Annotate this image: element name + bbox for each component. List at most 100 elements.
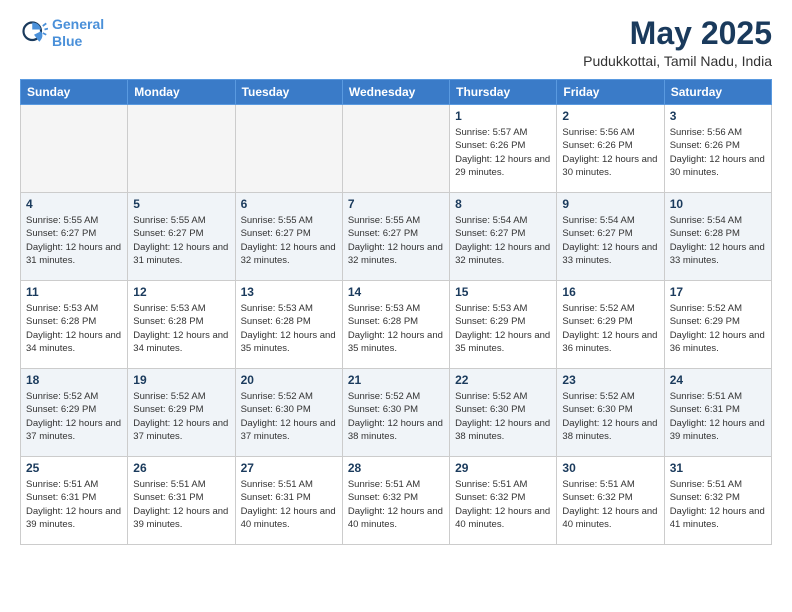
subtitle: Pudukkottai, Tamil Nadu, India [583, 53, 772, 69]
calendar-cell: 18Sunrise: 5:52 AMSunset: 6:29 PMDayligh… [21, 369, 128, 457]
page: General Blue May 2025 Pudukkottai, Tamil… [0, 0, 792, 565]
calendar-cell: 13 Sunrise: 5:53 AMSunset: 6:28 PMDayligh… [235, 281, 342, 369]
day-number: 19 [133, 373, 229, 387]
calendar-header-friday: Friday [557, 80, 664, 105]
calendar-cell [128, 105, 235, 193]
calendar-week-5: 25Sunrise: 5:51 AMSunset: 6:31 PMDayligh… [21, 457, 772, 545]
calendar-cell: 23 Sunrise: 5:52 AMSunset: 6:30 PMDayligh… [557, 369, 664, 457]
calendar-cell: 2 Sunrise: 5:56 AMSunset: 6:26 PMDaylight… [557, 105, 664, 193]
day-info: Sunrise: 5:54 AMSunset: 6:28 PMDaylight:… [670, 214, 766, 267]
calendar-cell: 11Sunrise: 5:53 AMSunset: 6:28 PMDayligh… [21, 281, 128, 369]
logo-icon [20, 19, 48, 47]
day-info: Sunrise: 5:51 AMSunset: 6:32 PMDaylight:… [670, 478, 766, 531]
calendar-cell: 28Sunrise: 5:51 AMSunset: 6:32 PMDayligh… [342, 457, 449, 545]
day-number: 1 [455, 109, 551, 123]
day-info: Sunrise: 5:56 AMSunset: 6:26 PMDaylight:… [562, 126, 658, 179]
day-number: 29 [455, 461, 551, 475]
day-number: 3 [670, 109, 766, 123]
calendar-cell: 21Sunrise: 5:52 AMSunset: 6:30 PMDayligh… [342, 369, 449, 457]
calendar-header-monday: Monday [128, 80, 235, 105]
calendar-cell [235, 105, 342, 193]
day-number: 8 [455, 197, 551, 211]
day-number: 13 [241, 285, 337, 299]
calendar-cell: 8 Sunrise: 5:54 AMSunset: 6:27 PMDaylight… [450, 193, 557, 281]
day-info: Sunrise: 5:53 AMSunset: 6:28 PMDaylight:… [348, 302, 444, 355]
day-number: 18 [26, 373, 122, 387]
calendar-week-3: 11Sunrise: 5:53 AMSunset: 6:28 PMDayligh… [21, 281, 772, 369]
day-number: 2 [562, 109, 658, 123]
title-block: May 2025 Pudukkottai, Tamil Nadu, India [583, 16, 772, 69]
day-info: Sunrise: 5:54 AMSunset: 6:27 PMDaylight:… [455, 214, 551, 267]
day-info: Sunrise: 5:53 AMSunset: 6:28 PMDaylight:… [133, 302, 229, 355]
logo: General Blue [20, 16, 104, 50]
calendar-header-tuesday: Tuesday [235, 80, 342, 105]
calendar-header-thursday: Thursday [450, 80, 557, 105]
day-info: Sunrise: 5:52 AMSunset: 6:30 PMDaylight:… [455, 390, 551, 443]
calendar-cell: 24 Sunrise: 5:51 AMSunset: 6:31 PMDayligh… [664, 369, 771, 457]
day-info: Sunrise: 5:52 AMSunset: 6:29 PMDaylight:… [133, 390, 229, 443]
calendar-cell: 20 Sunrise: 5:52 AMSunset: 6:30 PMDayligh… [235, 369, 342, 457]
day-info: Sunrise: 5:55 AMSunset: 6:27 PMDaylight:… [348, 214, 444, 267]
day-number: 28 [348, 461, 444, 475]
calendar-cell: 30 Sunrise: 5:51 AMSunset: 6:32 PMDayligh… [557, 457, 664, 545]
calendar-cell: 16Sunrise: 5:52 AMSunset: 6:29 PMDayligh… [557, 281, 664, 369]
day-info: Sunrise: 5:52 AMSunset: 6:29 PMDaylight:… [562, 302, 658, 355]
day-info: Sunrise: 5:53 AMSunset: 6:28 PMDaylight:… [26, 302, 122, 355]
calendar-cell [342, 105, 449, 193]
day-info: Sunrise: 5:57 AMSunset: 6:26 PMDaylight:… [455, 126, 551, 179]
day-number: 4 [26, 197, 122, 211]
day-info: Sunrise: 5:54 AMSunset: 6:27 PMDaylight:… [562, 214, 658, 267]
day-info: Sunrise: 5:52 AMSunset: 6:30 PMDaylight:… [562, 390, 658, 443]
day-info: Sunrise: 5:51 AMSunset: 6:31 PMDaylight:… [670, 390, 766, 443]
day-number: 24 [670, 373, 766, 387]
calendar-cell: 26 Sunrise: 5:51 AMSunset: 6:31 PMDayligh… [128, 457, 235, 545]
day-info: Sunrise: 5:55 AMSunset: 6:27 PMDaylight:… [241, 214, 337, 267]
day-number: 10 [670, 197, 766, 211]
logo-line1: General [52, 16, 104, 32]
day-info: Sunrise: 5:52 AMSunset: 6:29 PMDaylight:… [670, 302, 766, 355]
day-number: 30 [562, 461, 658, 475]
day-number: 12 [133, 285, 229, 299]
calendar-header-sunday: Sunday [21, 80, 128, 105]
calendar-header-saturday: Saturday [664, 80, 771, 105]
calendar-cell: 9 Sunrise: 5:54 AMSunset: 6:27 PMDaylight… [557, 193, 664, 281]
day-number: 6 [241, 197, 337, 211]
calendar-cell: 4 Sunrise: 5:55 AMSunset: 6:27 PMDaylight… [21, 193, 128, 281]
calendar-header-row: SundayMondayTuesdayWednesdayThursdayFrid… [21, 80, 772, 105]
calendar-cell: 22 Sunrise: 5:52 AMSunset: 6:30 PMDayligh… [450, 369, 557, 457]
day-number: 26 [133, 461, 229, 475]
calendar-week-2: 4 Sunrise: 5:55 AMSunset: 6:27 PMDaylight… [21, 193, 772, 281]
calendar-cell: 14 Sunrise: 5:53 AMSunset: 6:28 PMDayligh… [342, 281, 449, 369]
calendar-cell: 25Sunrise: 5:51 AMSunset: 6:31 PMDayligh… [21, 457, 128, 545]
calendar-cell: 12 Sunrise: 5:53 AMSunset: 6:28 PMDayligh… [128, 281, 235, 369]
day-info: Sunrise: 5:55 AMSunset: 6:27 PMDaylight:… [26, 214, 122, 267]
calendar-cell [21, 105, 128, 193]
day-info: Sunrise: 5:52 AMSunset: 6:30 PMDaylight:… [241, 390, 337, 443]
day-number: 7 [348, 197, 444, 211]
day-number: 9 [562, 197, 658, 211]
day-number: 20 [241, 373, 337, 387]
day-info: Sunrise: 5:51 AMSunset: 6:32 PMDaylight:… [455, 478, 551, 531]
calendar-cell: 3 Sunrise: 5:56 AMSunset: 6:26 PMDaylight… [664, 105, 771, 193]
day-info: Sunrise: 5:51 AMSunset: 6:31 PMDaylight:… [133, 478, 229, 531]
day-number: 14 [348, 285, 444, 299]
day-number: 23 [562, 373, 658, 387]
day-number: 15 [455, 285, 551, 299]
calendar-cell: 19 Sunrise: 5:52 AMSunset: 6:29 PMDayligh… [128, 369, 235, 457]
day-number: 21 [348, 373, 444, 387]
main-title: May 2025 [583, 16, 772, 51]
day-info: Sunrise: 5:53 AMSunset: 6:28 PMDaylight:… [241, 302, 337, 355]
day-number: 5 [133, 197, 229, 211]
calendar-cell: 15Sunrise: 5:53 AMSunset: 6:29 PMDayligh… [450, 281, 557, 369]
calendar-cell: 1 Sunrise: 5:57 AMSunset: 6:26 PMDaylight… [450, 105, 557, 193]
calendar-cell: 17 Sunrise: 5:52 AMSunset: 6:29 PMDayligh… [664, 281, 771, 369]
day-info: Sunrise: 5:56 AMSunset: 6:26 PMDaylight:… [670, 126, 766, 179]
logo-line2: Blue [52, 33, 82, 49]
calendar-cell: 29 Sunrise: 5:51 AMSunset: 6:32 PMDayligh… [450, 457, 557, 545]
calendar-cell: 31Sunrise: 5:51 AMSunset: 6:32 PMDayligh… [664, 457, 771, 545]
day-number: 22 [455, 373, 551, 387]
calendar: SundayMondayTuesdayWednesdayThursdayFrid… [20, 79, 772, 545]
day-number: 17 [670, 285, 766, 299]
calendar-week-1: 1 Sunrise: 5:57 AMSunset: 6:26 PMDaylight… [21, 105, 772, 193]
day-info: Sunrise: 5:51 AMSunset: 6:32 PMDaylight:… [562, 478, 658, 531]
